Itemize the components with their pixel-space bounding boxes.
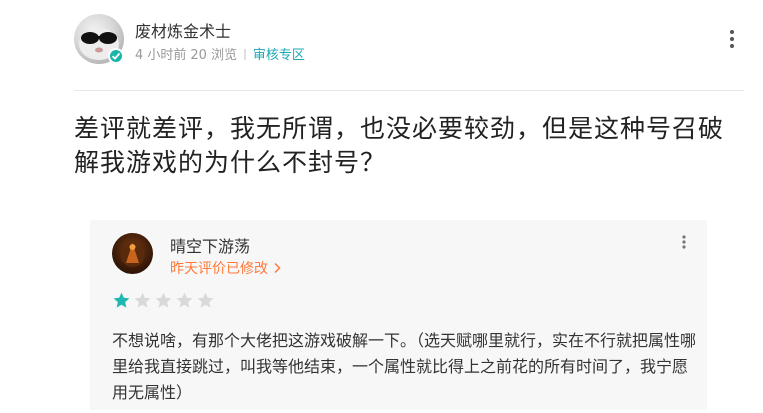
star-icon	[155, 292, 172, 308]
more-icon[interactable]	[728, 28, 736, 50]
reviewer-name: 晴空下游荡	[170, 237, 251, 256]
post-time: 4 小时前	[135, 48, 187, 63]
rating-stars	[112, 291, 217, 310]
post-header: 废材炼金术士 4 小时前 20 浏览 | 审核专区	[0, 0, 763, 92]
review-text: 不想说啥，有那个大佬把这游戏破解一下。（选天赋哪里就行，实在不行就把属性哪里给我…	[112, 331, 697, 402]
review-screenshot: 晴空下游荡 昨天评价已修改 不想说啥，有那个大佬把这游戏破解一下。（选天赋哪里就…	[90, 220, 707, 410]
star-icon	[113, 292, 130, 308]
chevron-right-icon	[274, 262, 281, 274]
post-content: 差评就差评，我无所谓，也没必要较劲，但是这种号召破解我游戏的为什么不封号？	[74, 114, 725, 177]
divider	[74, 90, 744, 91]
verified-icon	[108, 48, 124, 64]
review-edited-link: 昨天评价已修改	[170, 258, 282, 278]
review-edited-label: 昨天评价已修改	[170, 261, 268, 277]
star-icon	[134, 292, 151, 308]
star-icon	[176, 292, 193, 308]
zone-link[interactable]: 审核专区	[253, 44, 305, 63]
meta-separator: |	[243, 47, 247, 60]
author-name[interactable]: 废材炼金术士	[135, 18, 231, 42]
more-icon	[682, 235, 686, 249]
reviewer-avatar	[112, 233, 153, 274]
star-icon	[197, 292, 214, 308]
post-meta: 4 小时前 20 浏览 | 审核专区	[135, 44, 309, 63]
post-views: 20 浏览	[190, 48, 238, 63]
